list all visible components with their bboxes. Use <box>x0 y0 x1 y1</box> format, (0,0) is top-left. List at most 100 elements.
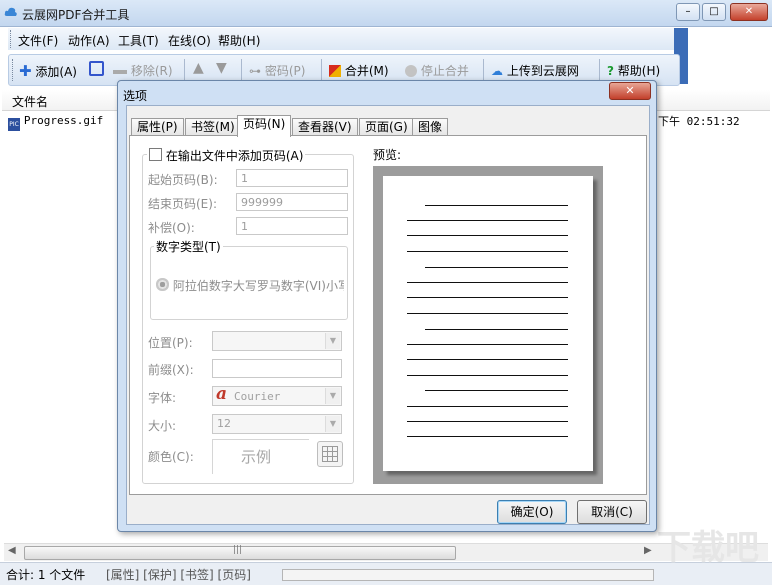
font-value: Courier <box>234 390 281 403</box>
add-page-number-checkbox[interactable]: 在输出文件中添加页码(A) <box>147 147 306 164</box>
scroll-right-icon[interactable]: ▶ <box>644 545 652 556</box>
maximize-button[interactable]: □ <box>702 3 726 21</box>
square-icon <box>89 61 104 76</box>
menu-tools[interactable]: 工具(T) <box>118 32 159 49</box>
size-label: 大小: <box>148 419 177 433</box>
font-a-icon: a <box>216 384 228 404</box>
toolbar-grip <box>12 59 16 81</box>
menu-bar: 文件(F) 动作(A) 工具(T) 在线(O) 帮助(H) <box>8 28 678 50</box>
position-label: 位置(P): <box>148 336 193 350</box>
add-label: 添加(A) <box>35 65 77 79</box>
menu-online[interactable]: 在线(O) <box>168 32 211 49</box>
stop-square-button[interactable] <box>89 61 104 79</box>
start-page-input[interactable]: 1 <box>236 169 348 187</box>
prefix-input[interactable] <box>212 359 342 378</box>
toolbar-separator <box>184 59 185 81</box>
number-type-option: 阿拉伯数字大写罗马数字(VI)小写 <box>172 279 344 293</box>
window-title: 云展网PDF合并工具 <box>22 8 130 22</box>
color-label: 颜色(C): <box>148 450 194 464</box>
status-count: 合计: 1 个文件 <box>6 568 86 582</box>
cancel-button[interactable]: 取消(C) <box>577 500 647 524</box>
tab-panel-page-numbers: 在输出文件中添加页码(A) 起始页码(B): 1 结束页码(E): 999999… <box>129 135 647 495</box>
minus-icon <box>113 69 127 74</box>
tab-bookmarks[interactable]: 书签(M) <box>185 118 241 136</box>
merge-flag-icon <box>329 65 341 77</box>
minimize-button[interactable]: – <box>676 3 700 21</box>
toolbar-separator <box>241 59 242 81</box>
merge-button[interactable]: 合并(M) <box>329 62 389 79</box>
status-tags: [属性] [保护] [书签] [页码] <box>106 568 251 582</box>
help-button[interactable]: ? 帮助(H) <box>607 62 660 79</box>
password-button[interactable]: ⊶ 密码(P) <box>249 62 305 79</box>
key-icon: ⊶ <box>249 64 261 78</box>
grid-icon <box>322 446 338 462</box>
upload-button[interactable]: ☁ 上传到云展网 <box>491 62 579 79</box>
end-page-input[interactable]: 999999 <box>236 193 348 211</box>
menu-action[interactable]: 动作(A) <box>68 32 110 49</box>
menu-help[interactable]: 帮助(H) <box>218 32 260 49</box>
cloud-upload-icon: ☁ <box>491 64 503 78</box>
stop-circle-icon <box>405 65 417 77</box>
column-filename[interactable]: 文件名 <box>12 93 48 110</box>
remove-button[interactable]: 移除(R) <box>113 62 173 79</box>
scrollbar-thumb[interactable]: ||| <box>24 545 456 560</box>
position-select[interactable]: ▼ <box>212 331 342 351</box>
tab-viewer[interactable]: 查看器(V) <box>292 118 358 136</box>
merge-label: 合并(M) <box>344 64 389 78</box>
horizontal-scrollbar[interactable]: ◀ ||| ▶ <box>4 543 768 561</box>
upload-label: 上传到云展网 <box>506 64 579 78</box>
thumb-grip-icon: ||| <box>233 545 243 555</box>
password-label: 密码(P) <box>264 64 306 78</box>
add-page-number-label: 在输出文件中添加页码(A) <box>165 149 304 163</box>
chevron-down-icon: ▼ <box>325 388 340 404</box>
number-type-radio[interactable]: 阿拉伯数字大写罗马数字(VI)小写 <box>156 277 344 294</box>
move-down-icon[interactable]: ▼ <box>216 60 227 76</box>
toolbar-separator <box>599 59 600 81</box>
add-button[interactable]: ✚ 添加(A) <box>19 62 77 80</box>
move-up-icon[interactable]: ▲ <box>193 60 204 76</box>
preview-area <box>373 166 603 484</box>
dialog-close-button[interactable]: ✕ <box>609 82 651 100</box>
size-select[interactable]: 12 ▼ <box>212 414 342 434</box>
plus-icon: ✚ <box>19 62 32 80</box>
cloud-icon <box>4 7 17 16</box>
preview-label: 预览: <box>373 148 402 162</box>
menu-file[interactable]: 文件(F) <box>18 32 58 49</box>
menu-grip <box>10 30 14 48</box>
number-type-title: 数字类型(T) <box>154 238 223 255</box>
help-label: 帮助(H) <box>617 64 661 78</box>
tab-properties[interactable]: 属性(P) <box>131 118 184 136</box>
progress-bar <box>282 569 654 581</box>
offset-input[interactable]: 1 <box>236 217 348 235</box>
toolbar-separator <box>483 59 484 81</box>
watermark-logo: 下载吧 <box>657 528 759 568</box>
ok-button[interactable]: 确定(O) <box>497 500 567 524</box>
options-dialog: 选项 ✕ 属性(P) 书签(M) 页码(N) 查看器(V) 页面(G) 图像 在… <box>117 80 657 532</box>
chevron-down-icon: ▼ <box>325 333 340 349</box>
start-page-label: 起始页码(B): <box>148 173 218 187</box>
scroll-left-icon[interactable]: ◀ <box>8 545 16 556</box>
close-button[interactable]: ✕ <box>730 3 768 21</box>
tab-page[interactable]: 页面(G) <box>359 118 414 136</box>
font-label: 字体: <box>148 391 177 405</box>
list-item[interactable]: PIC Progress.gif <box>8 113 103 131</box>
stop-merge-label: 停止合并 <box>420 64 469 78</box>
radio-icon[interactable] <box>156 278 169 291</box>
stop-merge-button[interactable]: 停止合并 <box>405 62 469 79</box>
prefix-label: 前缀(X): <box>148 363 194 377</box>
checkbox-box[interactable] <box>149 148 162 161</box>
dialog-body: 属性(P) 书签(M) 页码(N) 查看器(V) 页面(G) 图像 在输出文件中… <box>126 105 650 525</box>
color-sample: 示例 <box>212 439 309 474</box>
color-picker-button[interactable] <box>317 441 343 467</box>
remove-label: 移除(R) <box>130 64 173 78</box>
file-name: Progress.gif <box>23 114 104 127</box>
preview-page <box>383 176 593 471</box>
title-bar: 云展网PDF合并工具 – □ ✕ <box>0 0 772 27</box>
chevron-down-icon: ▼ <box>325 416 340 432</box>
question-icon: ? <box>607 64 614 78</box>
tab-image[interactable]: 图像 <box>412 118 449 136</box>
dialog-title: 选项 <box>123 89 148 103</box>
toolbar-separator <box>321 59 322 81</box>
tab-page-numbers[interactable]: 页码(N) <box>237 115 292 137</box>
font-select[interactable]: a Courier ▼ <box>212 384 342 406</box>
